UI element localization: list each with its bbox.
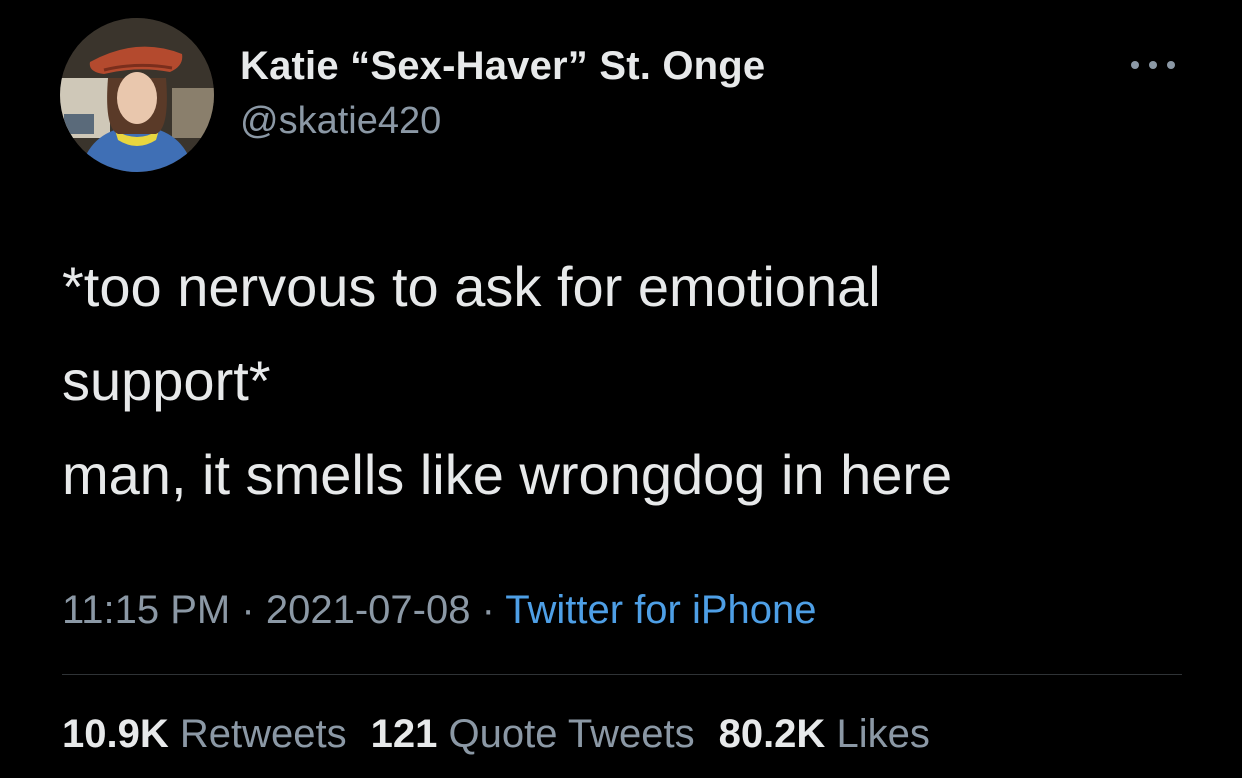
likes-label: Likes [836, 712, 930, 756]
retweets-count: 10.9K [62, 712, 169, 756]
tweet-text-line: *too nervous to ask for emotional [62, 255, 881, 318]
author-handle[interactable]: @skatie420 [240, 100, 441, 143]
meta-separator: · [481, 588, 495, 632]
author-display-name[interactable]: Katie “Sex-Haver” St. Onge [240, 44, 765, 89]
divider [62, 674, 1182, 675]
quote-tweets-stat[interactable]: 121 Quote Tweets [371, 712, 695, 756]
quote-tweets-count: 121 [370, 712, 438, 756]
tweet-stats: 10.9K Retweets 121 Quote Tweets 80.2K Like… [62, 712, 954, 757]
likes-stat[interactable]: 80.2K Likes [719, 712, 930, 756]
avatar[interactable] [60, 18, 214, 172]
tweet-text-line: support* [62, 349, 271, 412]
tweet-date[interactable]: 2021-07-08 [266, 588, 471, 632]
tweet-text-line: man, it smells like wrongdog in here [62, 443, 953, 506]
tweet-meta: 11:15 PM · 2021-07-08 · Twitter for iPho… [62, 588, 817, 633]
retweets-stat[interactable]: 10.9K Retweets [62, 712, 347, 756]
tweet-time[interactable]: 11:15 PM [62, 588, 230, 632]
more-options-button[interactable] [1128, 50, 1178, 80]
more-horizontal-icon-dot [1167, 61, 1175, 69]
tweet-detail: Katie “Sex-Haver” St. Onge @skatie420 *t… [0, 0, 1242, 778]
profile-photo-icon [60, 18, 214, 172]
likes-count: 80.2K [718, 712, 826, 756]
meta-separator: · [241, 588, 255, 632]
retweets-label: Retweets [179, 712, 347, 756]
more-horizontal-icon [1131, 61, 1139, 69]
tweet-text: *too nervous to ask for emotional suppor… [62, 240, 1182, 522]
more-horizontal-icon-dot [1149, 61, 1157, 69]
tweet-source-link[interactable]: Twitter for iPhone [505, 588, 816, 632]
quote-tweets-label: Quote Tweets [448, 712, 695, 756]
